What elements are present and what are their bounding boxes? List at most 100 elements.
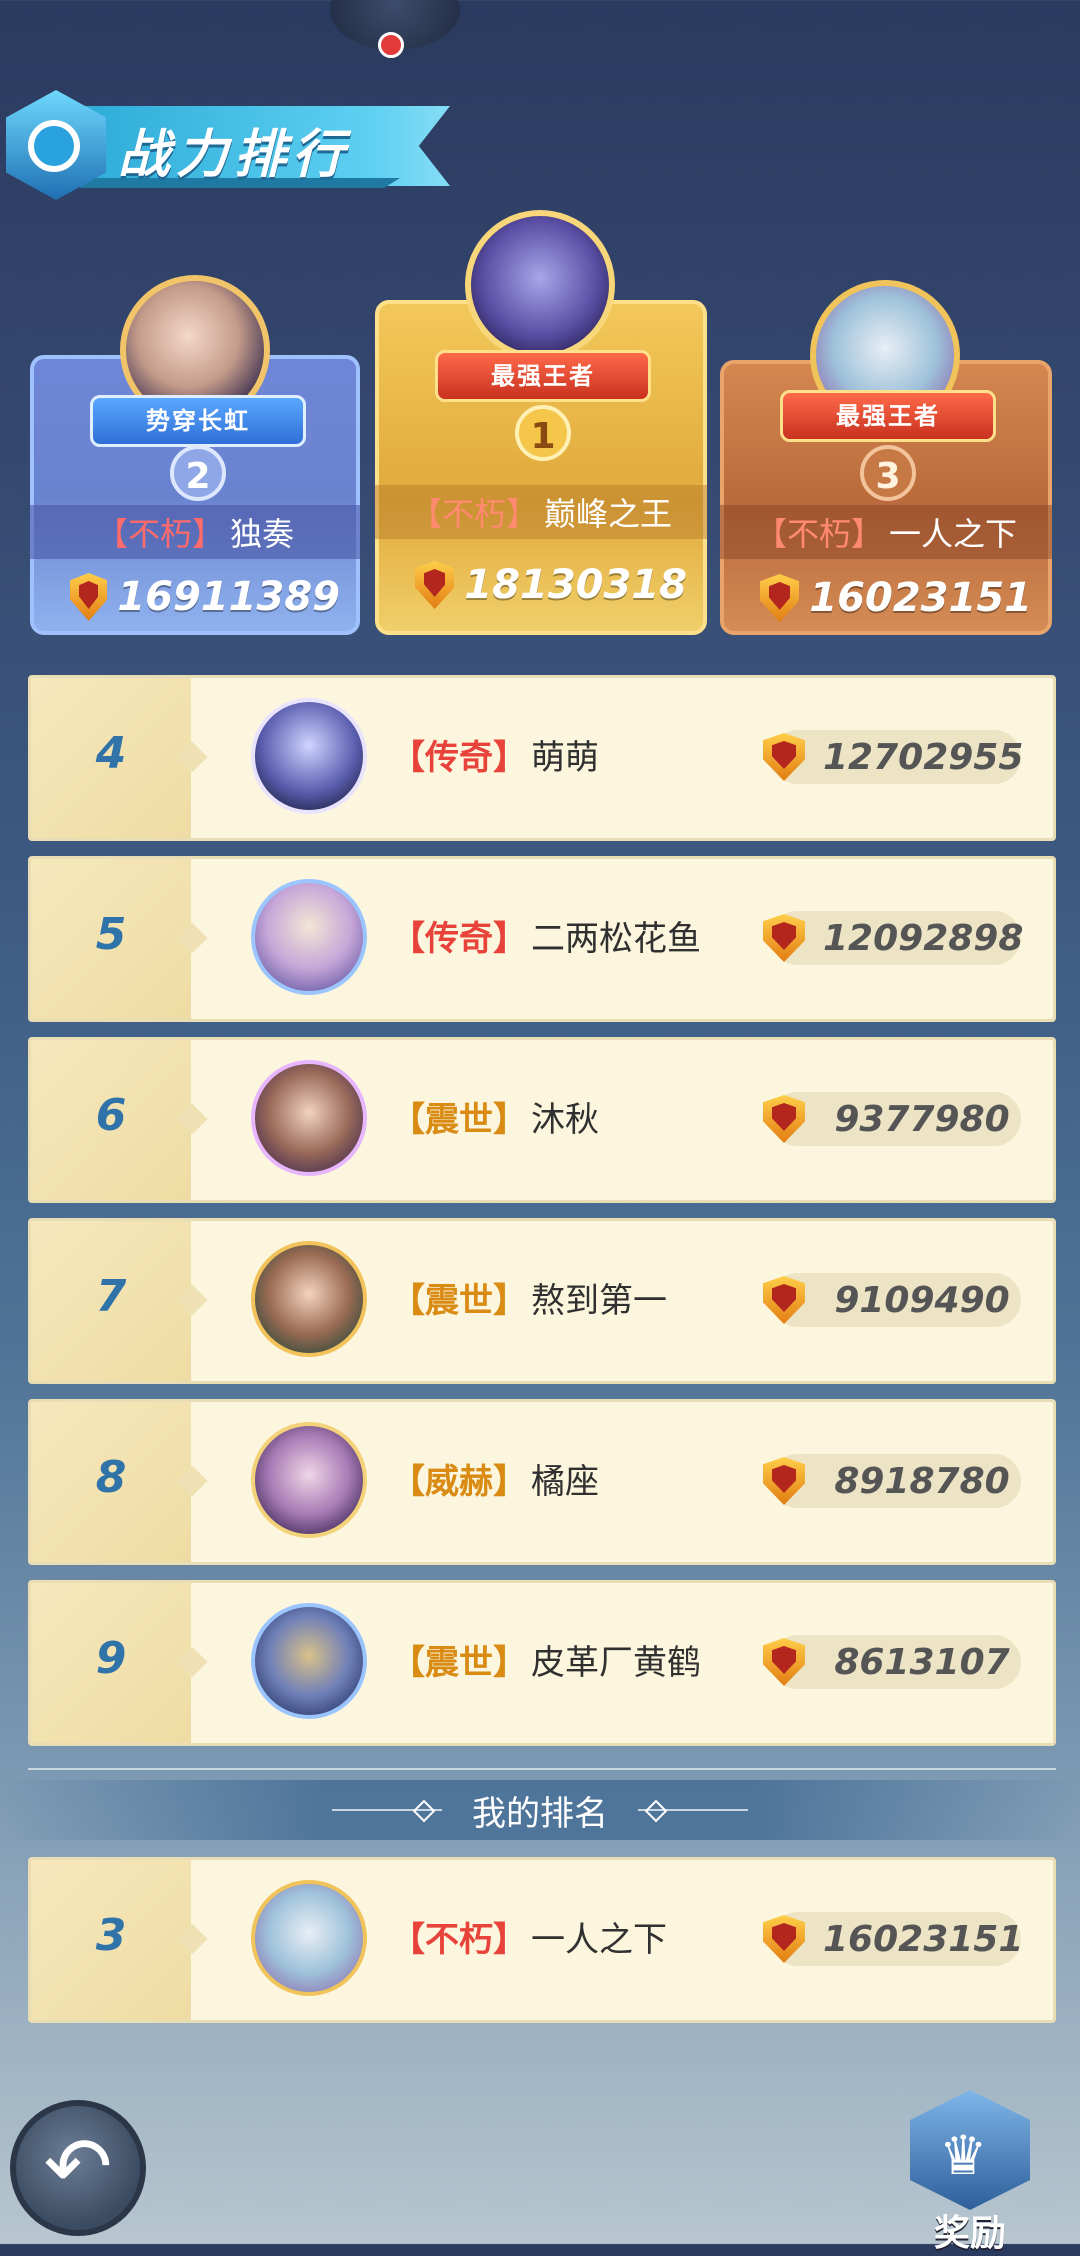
player-name: 【传奇】 二两松花鱼: [391, 911, 701, 960]
rank-number: 7: [95, 1271, 127, 1322]
shield-icon: [763, 1095, 805, 1143]
decoration-line: [332, 1809, 442, 1811]
avatar[interactable]: [251, 1422, 367, 1538]
page-title: 战力排行: [118, 125, 351, 185]
power-number: 16023151: [809, 575, 1032, 621]
power-value: 12092898: [763, 911, 1024, 965]
player-name: 【不朽】 一人之下: [391, 1912, 667, 1961]
power-value: 16023151: [763, 1912, 1024, 1966]
list-item[interactable]: 8 【威赫】 橘座 8918780: [28, 1399, 1056, 1565]
my-rank-header: 我的排名: [0, 1780, 1080, 1840]
power-value: 8918780: [763, 1454, 1021, 1508]
power-value: 16023151: [760, 568, 1032, 628]
power-value: 8613107: [763, 1635, 1021, 1689]
shield-icon: [763, 1915, 805, 1963]
power-value: 12702955: [763, 730, 1024, 784]
divider: [28, 1768, 1056, 1770]
podium-card-1[interactable]: 最强王者 1 【不朽】 巅峰之王 18130318: [375, 210, 707, 635]
player-name-text: 二两松花鱼: [531, 919, 701, 959]
list-item[interactable]: 4 【传奇】 萌萌 12702955: [28, 675, 1056, 841]
shield-icon: [763, 733, 805, 781]
player-name-text: 橘座: [531, 1462, 599, 1502]
crown-icon: ♛: [939, 2124, 988, 2187]
power-value: 9377980: [763, 1092, 1021, 1146]
title-badge: 势穿长虹: [90, 395, 306, 447]
power-value: 9109490: [763, 1273, 1021, 1327]
rank-number: 9: [95, 1633, 127, 1684]
player-name: 【不朽】 巅峰之王: [375, 485, 707, 539]
rank-number: 3: [95, 1910, 127, 1961]
guild-tag: 【震世】: [391, 1281, 527, 1321]
power-number: 12702955: [823, 736, 1024, 778]
title-badge: 最强王者: [780, 390, 996, 442]
avatar[interactable]: [465, 210, 615, 360]
power-value: 16911389: [70, 567, 340, 627]
shield-icon: [763, 1638, 805, 1686]
power-value: 18130318: [415, 555, 687, 615]
player-name: 【震世】 熬到第一: [391, 1273, 667, 1322]
player-name: 【传奇】 萌萌: [391, 730, 599, 779]
podium-card-2[interactable]: 势穿长虹 2 【不朽】 独奏 16911389: [30, 275, 360, 635]
player-name: 【威赫】 橘座: [391, 1454, 599, 1503]
shield-icon: [763, 1457, 805, 1505]
player-name-text: 巅峰之王: [544, 495, 673, 533]
power-number: 8613107: [834, 1641, 1010, 1683]
player-name: 【不朽】 独奏: [30, 505, 360, 559]
rank-number: 5: [95, 909, 127, 960]
player-name-text: 萌萌: [531, 738, 599, 778]
avatar[interactable]: [251, 698, 367, 814]
my-rank-row[interactable]: 3 【不朽】 一人之下 16023151: [28, 1857, 1056, 2023]
avatar[interactable]: [251, 1603, 367, 1719]
header-banner: 战力排行: [0, 90, 460, 200]
shield-icon: [415, 561, 455, 609]
shield-icon: [70, 573, 108, 621]
player-name-text: 独奏: [230, 515, 295, 553]
avatar[interactable]: [251, 879, 367, 995]
power-number: 12092898: [823, 917, 1024, 959]
rank-medal: 2: [170, 445, 226, 501]
power-number: 8918780: [834, 1460, 1010, 1502]
reward-label: 奖励: [933, 2213, 1006, 2254]
player-name-text: 一人之下: [531, 1920, 667, 1960]
rank-number: 8: [95, 1452, 127, 1503]
power-number: 16023151: [823, 1918, 1024, 1960]
power-number: 16911389: [117, 574, 340, 620]
guild-tag: 【不朽】: [754, 515, 883, 553]
avatar[interactable]: [251, 1880, 367, 1996]
player-name: 【震世】 皮革厂黄鹤: [391, 1635, 701, 1684]
guild-tag: 【不朽】: [391, 1920, 527, 1960]
list-item[interactable]: 6 【震世】 沐秋 9377980: [28, 1037, 1056, 1203]
player-name-text: 皮革厂黄鹤: [531, 1643, 701, 1683]
rank-number: 4: [95, 728, 127, 779]
list-item[interactable]: 9 【震世】 皮革厂黄鹤 8613107: [28, 1580, 1056, 1746]
guild-tag: 【震世】: [391, 1643, 527, 1683]
player-name-text: 沐秋: [531, 1100, 599, 1140]
guild-tag: 【威赫】: [391, 1462, 527, 1502]
shield-icon: [763, 1276, 805, 1324]
power-number: 9109490: [834, 1279, 1010, 1321]
player-name-text: 熬到第一: [531, 1281, 667, 1321]
list-item[interactable]: 5 【传奇】 二两松花鱼 12092898: [28, 856, 1056, 1022]
avatar[interactable]: [251, 1241, 367, 1357]
player-name: 【不朽】 一人之下: [720, 505, 1052, 559]
avatar[interactable]: [251, 1060, 367, 1176]
decoration-line: [638, 1809, 748, 1811]
guild-tag: 【不朽】: [409, 495, 538, 533]
guild-tag: 【不朽】: [95, 515, 224, 553]
guild-tag: 【震世】: [391, 1100, 527, 1140]
back-button[interactable]: ↶: [10, 2100, 146, 2236]
reward-button[interactable]: ♛ 奖励: [905, 2090, 1035, 2254]
player-name: 【震世】 沐秋: [391, 1092, 599, 1141]
player-name-text: 一人之下: [889, 515, 1018, 553]
my-rank-label: 我的排名: [472, 1793, 608, 1834]
rank-medal: 3: [860, 445, 916, 501]
notification-dot: [378, 32, 404, 58]
guild-tag: 【传奇】: [391, 738, 527, 778]
podium-card-3[interactable]: 最强王者 3 【不朽】 一人之下 16023151: [720, 280, 1052, 635]
list-item[interactable]: 7 【震世】 熬到第一 9109490: [28, 1218, 1056, 1384]
rank-number: 6: [95, 1090, 127, 1141]
title-badge: 最强王者: [435, 350, 651, 402]
shield-icon: [763, 914, 805, 962]
rank-medal: 1: [515, 405, 571, 461]
guild-tag: 【传奇】: [391, 919, 527, 959]
